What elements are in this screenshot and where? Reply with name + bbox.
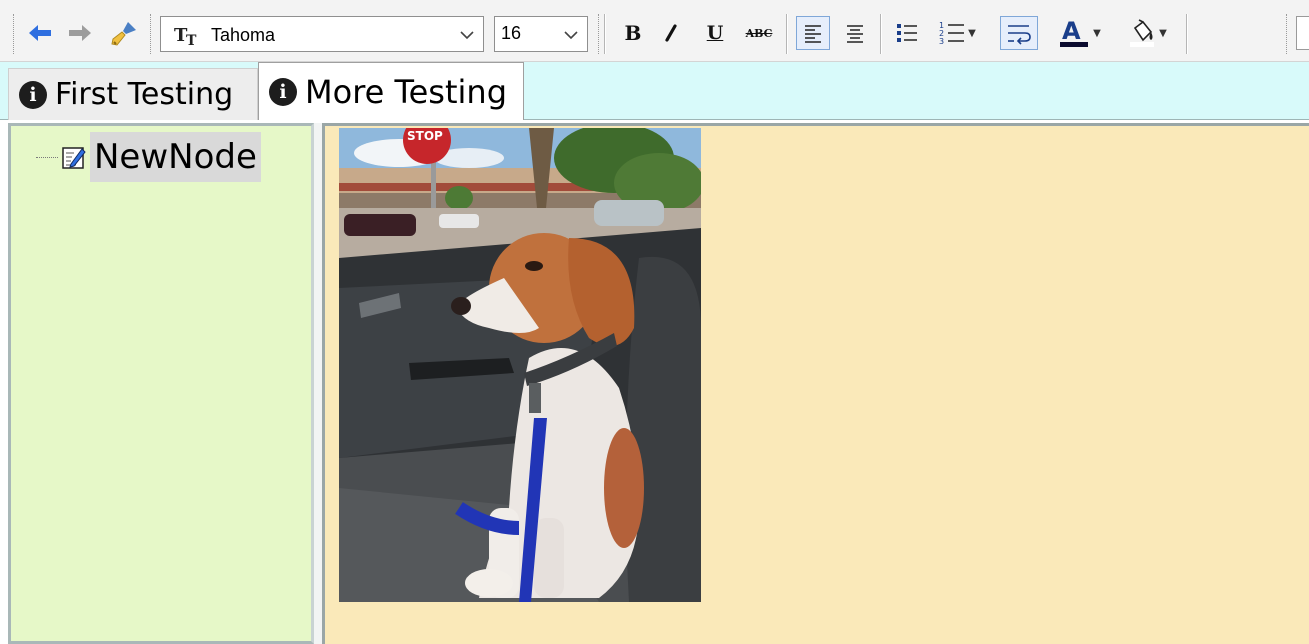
- toolbar-overflow-button[interactable]: [1296, 16, 1309, 50]
- svg-text:3: 3: [939, 37, 944, 46]
- align-left-button[interactable]: [796, 16, 830, 50]
- align-left-icon: [805, 25, 821, 43]
- bullet-list-button[interactable]: [890, 16, 924, 50]
- highlight-color-icon: [1130, 19, 1155, 47]
- font-color-icon: A: [1060, 17, 1089, 47]
- font-name-value: Tahoma: [211, 25, 276, 45]
- tab-more-testing[interactable]: i More Testing: [258, 62, 524, 120]
- forward-arrow-icon: [69, 25, 91, 41]
- underline-icon: U: [706, 22, 724, 44]
- svg-text:A: A: [1062, 17, 1081, 45]
- numbered-list-button[interactable]: 1 2 3 ▼: [930, 16, 984, 50]
- toolbar-separator: [1186, 14, 1187, 54]
- toolbar-separator: [604, 14, 605, 54]
- toolbar-grip[interactable]: [598, 14, 600, 54]
- strikethrough-button[interactable]: ABC: [740, 16, 778, 50]
- align-center-icon: [847, 25, 863, 43]
- tab-first-testing[interactable]: i First Testing: [8, 68, 258, 120]
- italic-button[interactable]: [656, 16, 686, 50]
- clear-format-brush-icon: [111, 22, 136, 46]
- chevron-down-icon[interactable]: [561, 25, 581, 45]
- font-color-button[interactable]: A ▼: [1046, 16, 1112, 50]
- font-size-value: 16: [501, 23, 522, 43]
- svg-text:STOP: STOP: [407, 129, 443, 143]
- toolbar-separator: [880, 14, 881, 54]
- dog-photo: STOP: [339, 128, 701, 602]
- chevron-down-icon[interactable]: ▼: [1093, 28, 1101, 39]
- rich-text-editor[interactable]: STOP: [322, 123, 1309, 644]
- italic-icon: [665, 24, 677, 42]
- chevron-down-icon[interactable]: ▼: [968, 28, 976, 39]
- toolbar-grip[interactable]: [13, 14, 15, 54]
- underline-button[interactable]: U: [700, 16, 730, 50]
- font-name-combobox[interactable]: T T Tahoma: [160, 16, 484, 52]
- font-icon: T T: [174, 25, 197, 46]
- info-icon: i: [19, 80, 47, 109]
- tab-label: More Testing: [305, 72, 507, 111]
- tree-connector-line: [36, 156, 58, 158]
- document-tab-strip: i First Testing i More Testing: [0, 62, 1309, 120]
- wrap-icon: [1008, 25, 1031, 45]
- strikethrough-icon: ABC: [745, 26, 773, 40]
- tab-label: First Testing: [55, 77, 234, 112]
- back-arrow-icon: [29, 25, 51, 41]
- align-center-button[interactable]: [838, 16, 872, 50]
- highlight-color-button[interactable]: ▼: [1118, 16, 1176, 50]
- svg-text:T: T: [186, 33, 197, 46]
- info-icon: i: [269, 77, 297, 106]
- word-wrap-button[interactable]: [1000, 16, 1038, 50]
- forward-button[interactable]: [64, 16, 96, 50]
- back-button[interactable]: [24, 16, 56, 50]
- clear-format-button[interactable]: [106, 16, 142, 50]
- bullet-list-icon: [897, 24, 917, 42]
- toolbar-separator: [786, 14, 787, 54]
- edit-note-icon: [62, 147, 86, 169]
- toolbar-grip[interactable]: [1286, 14, 1288, 54]
- tree-view[interactable]: NewNode: [8, 123, 314, 644]
- pane-splitter[interactable]: [314, 123, 322, 644]
- numbered-list-icon: 1 2 3: [939, 21, 965, 46]
- chevron-down-icon[interactable]: ▼: [1159, 28, 1167, 39]
- bold-icon: B: [624, 21, 642, 45]
- font-size-combobox[interactable]: 16: [494, 16, 588, 52]
- tree-node-label: NewNode: [90, 132, 261, 182]
- bold-button[interactable]: B: [618, 16, 648, 50]
- chevron-down-icon[interactable]: [457, 25, 477, 45]
- toolbar-grip[interactable]: [150, 14, 152, 54]
- formatting-toolbar: T T Tahoma 16 B U ABC 1 2 3 ▼ A ▼ ▼: [0, 0, 1309, 62]
- tree-node[interactable]: NewNode: [36, 130, 261, 184]
